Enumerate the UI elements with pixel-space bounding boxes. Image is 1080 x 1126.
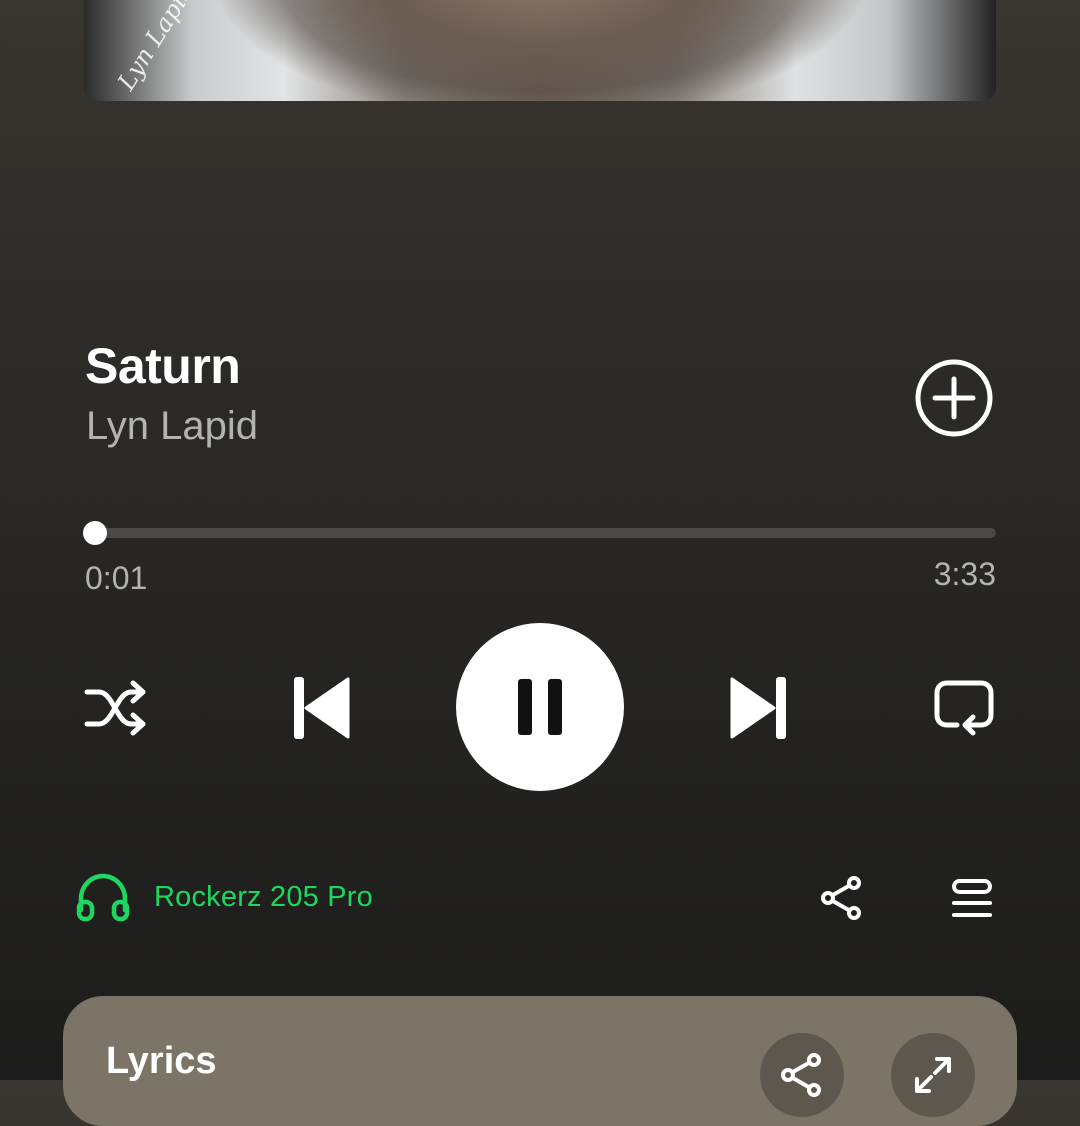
- device-name: Rockerz 205 Pro: [154, 880, 373, 913]
- skip-next-icon: [730, 677, 786, 739]
- repeat-icon: [934, 680, 994, 736]
- lyrics-title: Lyrics: [106, 1040, 217, 1082]
- album-art: Lyn Lapid: [84, 0, 996, 101]
- track-title: Saturn: [85, 338, 241, 394]
- lyrics-share-button[interactable]: [760, 1033, 844, 1117]
- queue-button[interactable]: [948, 876, 996, 922]
- pause-icon: [518, 679, 562, 735]
- lyrics-expand-button[interactable]: [891, 1033, 975, 1117]
- queue-icon: [952, 879, 992, 917]
- share-icon: [821, 876, 861, 920]
- progress-knob[interactable]: [82, 521, 107, 545]
- expand-icon: [915, 1057, 951, 1093]
- elapsed-time: 0:01: [85, 560, 148, 596]
- next-button[interactable]: [726, 672, 794, 744]
- skip-previous-icon: [294, 677, 350, 739]
- lyrics-card[interactable]: Lyrics: [63, 996, 1017, 1126]
- add-to-library-button[interactable]: [914, 358, 994, 438]
- progress-bar[interactable]: [82, 521, 996, 545]
- shuffle-button[interactable]: [80, 674, 152, 742]
- album-art-signature: Lyn Lapid: [112, 0, 201, 95]
- track-artist[interactable]: Lyn Lapid: [86, 400, 258, 452]
- share-icon: [781, 1053, 821, 1097]
- shuffle-icon: [84, 680, 146, 736]
- share-button[interactable]: [818, 874, 866, 922]
- previous-button[interactable]: [286, 672, 354, 744]
- connected-device[interactable]: Rockerz 205 Pro: [76, 872, 373, 922]
- headphones-icon: [76, 873, 130, 922]
- repeat-button[interactable]: [928, 672, 1000, 744]
- add-circle-icon: [915, 359, 993, 437]
- total-duration: 3:33: [933, 556, 996, 592]
- pause-button[interactable]: [456, 623, 624, 791]
